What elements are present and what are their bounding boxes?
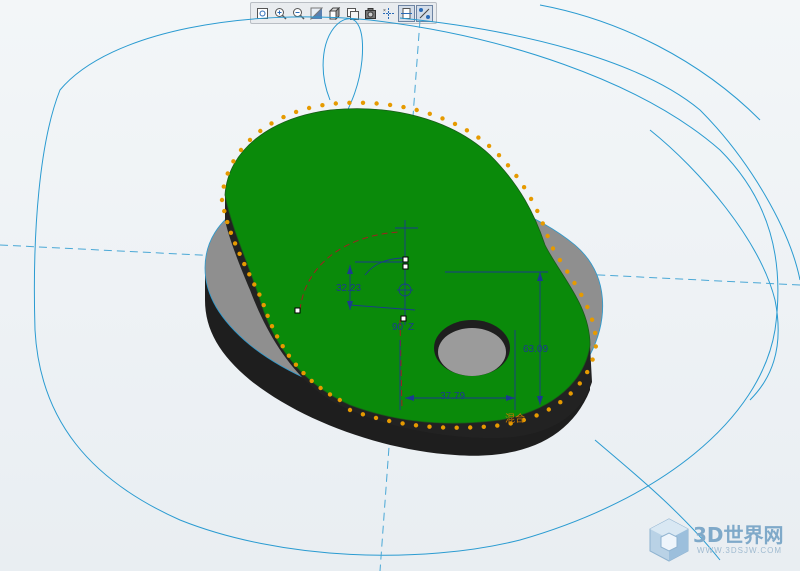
sketch-point [293,362,299,367]
blend-note-label: 混合 [505,412,525,425]
sketch-point [286,353,292,358]
sketch-point [535,208,540,214]
sketch-point [257,292,262,297]
sketch-point [427,424,432,429]
sketch-point [505,163,511,168]
sketch-point [347,407,353,413]
sketch-point [269,324,275,329]
sketch-point [219,197,225,203]
sketch-point [514,173,519,179]
sketch-point [593,344,598,349]
sketch-point [592,330,598,336]
sketch-point [228,230,234,235]
sketch-point [534,413,539,418]
sketch-point [454,425,459,430]
sketch-point [373,415,379,421]
sketch-point [320,103,325,108]
sketch-point [590,357,595,362]
sketch-point [318,385,323,391]
angle-suffix-label: Z [408,322,414,333]
sketch-point [306,105,312,111]
sketch-point [252,282,257,287]
sketch-point [333,101,338,106]
sketch-point [572,280,577,286]
sketch-point [558,400,563,405]
angle-dimension[interactable]: 90 [392,322,404,333]
sketch-point [589,317,595,322]
sketch-point [579,292,584,297]
sketch-point [481,424,486,429]
sketch-point [301,370,306,376]
sketch-point [247,137,253,143]
sketch-point [585,304,590,310]
sketch-point [280,344,285,349]
sketch-point [347,100,352,106]
sketch-point [238,147,244,153]
sketch-point [221,184,226,189]
sketch-point [281,114,286,120]
sketch-point [565,269,570,274]
sketch-point [495,423,500,428]
width-dimension[interactable]: 37.79 [440,391,465,402]
sketch-point [521,185,527,190]
sketch-point [464,128,470,133]
sketch-point [400,421,405,426]
sketch-point [585,369,590,375]
sketch-point [440,425,446,430]
sketch-point [550,246,556,251]
sketch-point [293,109,299,115]
graphics-window[interactable]: × 32.23 90 Z 63.09 37.79 混合 3D世界网 WWW.3D… [0,0,800,571]
sketch-point [452,121,458,127]
sketch-point [360,412,366,417]
radius-dimension[interactable]: 32.23 [336,283,361,294]
sketch-point [231,159,236,164]
watermark-title: 3D世界网 [693,523,784,547]
model-scene[interactable]: 32.23 90 Z 63.09 37.79 混合 [0,0,800,571]
height-dimension[interactable]: 63.09 [523,344,548,355]
sketch-point [261,302,266,308]
sketch-point [387,102,393,108]
sketch-point [414,107,419,113]
sketch-point [225,219,230,225]
sketch-point [387,418,392,424]
sketch-point [577,381,582,386]
sketch-point [225,171,230,176]
sketch-point [427,111,432,117]
through-hole[interactable] [434,320,510,376]
sketch-point [440,116,445,121]
sketch-point [237,251,242,256]
sketch-point [337,397,342,403]
sketch-point [327,392,333,397]
sketch-point [546,407,551,412]
sketch-point [265,313,270,318]
sketch-point [413,423,419,428]
sketch-point [528,196,534,202]
sketch-point [222,208,227,214]
sketch-point [274,334,280,339]
sketch-point [309,378,314,384]
sketch-point [545,233,550,239]
sketch-point [557,257,563,263]
cube-logo-icon [649,518,689,562]
sketch-point [468,425,473,430]
watermark-url: WWW.3DSJW.COM [697,546,782,555]
sketch-point [374,101,379,106]
sketch-point [496,153,502,158]
sketch-point [258,128,263,134]
sketch-point [247,272,252,277]
sketch-point [486,143,492,149]
sketch-point [568,391,573,396]
sketch-point [401,104,406,110]
sketch-point [476,135,481,140]
sketch-point [232,241,238,246]
sketch-point [540,221,545,226]
sketch-point [269,121,274,126]
sketch-point [242,261,247,267]
sketch-point [360,100,366,106]
watermark: 3D世界网 WWW.3DSJW.COM [647,515,797,565]
